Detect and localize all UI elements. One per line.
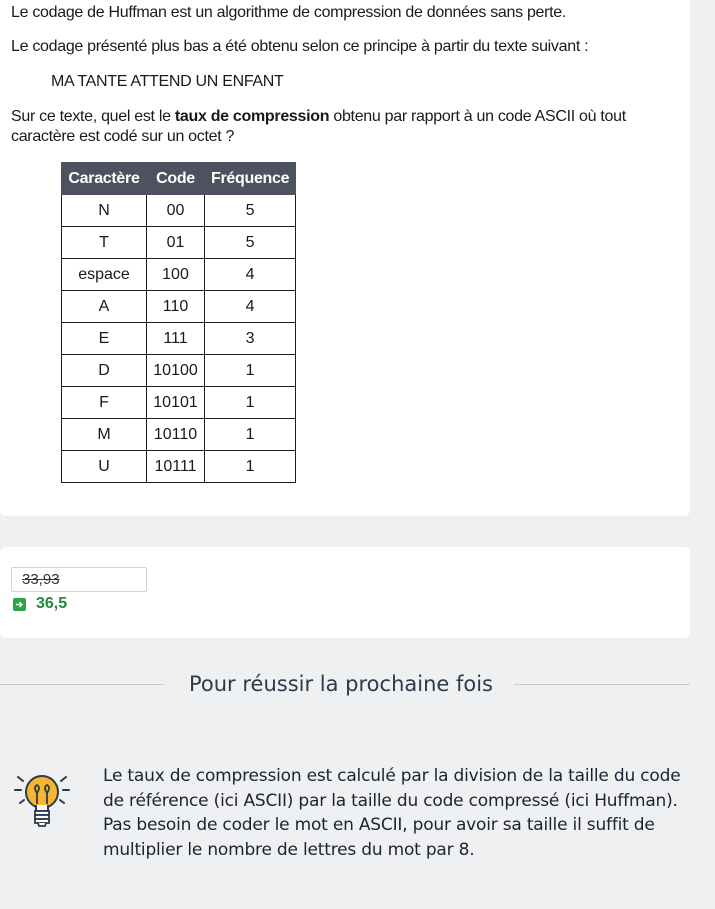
header-caractere: Caractère [61, 162, 147, 195]
cell-caractere: F [61, 386, 147, 419]
cell-code: 110 [146, 290, 205, 323]
user-answer-field: 33,93 [11, 567, 147, 592]
table-row: F 10101 1 [61, 386, 297, 419]
cell-code: 00 [146, 194, 205, 227]
table-row: D 10100 1 [61, 354, 297, 387]
cell-caractere: E [61, 322, 147, 355]
table-row: T 01 5 [61, 226, 297, 259]
lightbulb-icon [14, 775, 70, 827]
cell-code: 10111 [146, 450, 205, 483]
tip-heading: Pour réussir la prochaine fois [0, 668, 690, 702]
cell-code: 01 [146, 226, 205, 259]
question-prompt: Sur ce texte, quel est le taux de compre… [11, 107, 681, 147]
tip-title: Pour réussir la prochaine fois [188, 672, 494, 696]
cell-caractere: U [61, 450, 147, 483]
cell-frequence: 4 [203, 290, 297, 323]
cell-frequence: 1 [203, 450, 297, 483]
cell-caractere: D [61, 354, 147, 387]
cell-frequence: 4 [203, 258, 297, 291]
correct-answer: 36,5 [13, 595, 67, 613]
header-frequence: Fréquence [203, 162, 297, 195]
cell-caractere: M [61, 418, 147, 451]
table-row: A 110 4 [61, 290, 297, 323]
header-code: Code [146, 162, 205, 195]
divider-right [514, 684, 690, 685]
table-row: espace 100 4 [61, 258, 297, 291]
tip-text: Le taux de compression est calculé par l… [103, 766, 681, 860]
cell-code: 10100 [146, 354, 205, 387]
table-row: N 00 5 [61, 194, 297, 227]
question-quote: MA TANTE ATTEND UN ENFANT [51, 73, 284, 90]
cell-caractere: N [61, 194, 147, 227]
table-row: M 10110 1 [61, 418, 297, 451]
cell-code: 100 [146, 258, 205, 291]
huffman-table: Caractère Code Fréquence N 00 5 T 01 5 espace 1… [61, 162, 297, 483]
prompt-text-before: Sur ce texte, quel est le [11, 108, 175, 125]
cell-code: 10110 [146, 418, 205, 451]
table-header-row: Caractère Code Fréquence [61, 162, 297, 195]
table-row: U 10111 1 [61, 450, 297, 483]
cell-caractere: espace [61, 258, 147, 291]
table-row: E 111 3 [61, 322, 297, 355]
question-intro: Le codage de Huffman est un algorithme d… [11, 4, 567, 21]
cell-caractere: T [61, 226, 147, 259]
cell-code: 111 [146, 322, 205, 355]
cell-frequence: 1 [203, 386, 297, 419]
cell-code: 10101 [146, 386, 205, 419]
correct-answer-value: 36,5 [36, 595, 68, 612]
cell-frequence: 5 [203, 226, 297, 259]
prompt-keyword: taux de compression [174, 108, 330, 125]
question-context: Le codage présenté plus bas a été obtenu… [11, 38, 589, 55]
cell-caractere: A [61, 290, 147, 323]
question-card: Le codage de Huffman est un algorithme d… [0, 0, 690, 516]
cell-frequence: 3 [203, 322, 297, 355]
answer-card [0, 547, 690, 638]
divider-left [0, 684, 164, 685]
arrow-right-icon [13, 597, 26, 611]
cell-frequence: 5 [203, 194, 297, 227]
cell-frequence: 1 [203, 418, 297, 451]
cell-frequence: 1 [203, 354, 297, 387]
user-answer-value: 33,93 [22, 571, 60, 588]
